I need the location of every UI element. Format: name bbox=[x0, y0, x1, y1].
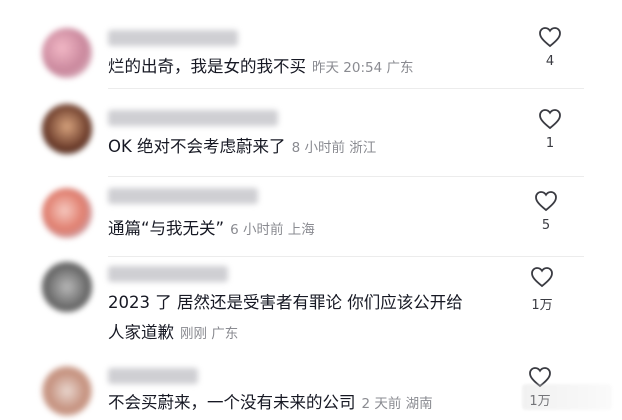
username-blurred[interactable] bbox=[108, 266, 228, 282]
comment-item: 烂的出奇，我是女的我不买 昨天 20:54 广东 4 bbox=[0, 18, 622, 98]
comment-body: 通篇“与我无关” bbox=[108, 219, 225, 238]
like-count: 1 bbox=[545, 136, 555, 151]
comment-text: 2023 了 居然还是受害者有罪论 你们应该公开给 人家道歉 刚刚 广东 bbox=[108, 288, 512, 349]
like-button[interactable]: 1 bbox=[530, 108, 570, 151]
comment-meta: 昨天 20:54 广东 bbox=[312, 60, 414, 76]
comment-body-line1: 2023 了 居然还是受害者有罪论 你们应该公开给 bbox=[108, 293, 463, 312]
comment-meta: 8 小时前 浙江 bbox=[291, 140, 377, 156]
comment-item: 2023 了 居然还是受害者有罪论 你们应该公开给 人家道歉 刚刚 广东 1万 bbox=[0, 256, 622, 362]
username-blurred[interactable] bbox=[108, 110, 278, 126]
like-count: 4 bbox=[545, 54, 555, 69]
like-button[interactable]: 1万 bbox=[522, 266, 562, 313]
comment-text: 烂的出奇，我是女的我不买 昨天 20:54 广东 bbox=[108, 52, 512, 83]
comment-meta: 6 小时前 上海 bbox=[230, 222, 315, 238]
comment-meta: 2 天前 湖南 bbox=[361, 396, 433, 412]
username-blurred[interactable] bbox=[108, 30, 238, 46]
comment-text: 不会买蔚来，一个没有未来的公司 2 天前 湖南 bbox=[108, 388, 512, 419]
like-button[interactable]: 4 bbox=[530, 26, 570, 69]
comment-text: OK 绝对不会考虑蔚来了 8 小时前 浙江 bbox=[108, 132, 512, 163]
comment-body: 烂的出奇，我是女的我不买 bbox=[108, 57, 306, 76]
comment-meta: 刚刚 广东 bbox=[180, 326, 239, 342]
avatar[interactable] bbox=[42, 28, 92, 78]
heart-icon bbox=[539, 27, 561, 48]
comment-text: 通篇“与我无关” 6 小时前 上海 bbox=[108, 214, 512, 245]
comment-body-line2: 人家道歉 bbox=[108, 323, 174, 342]
heart-icon bbox=[539, 109, 561, 130]
username-blurred[interactable] bbox=[108, 368, 198, 384]
avatar[interactable] bbox=[42, 188, 92, 238]
like-count: 5 bbox=[541, 218, 551, 233]
divider bbox=[108, 176, 584, 177]
username-blurred[interactable] bbox=[108, 188, 258, 204]
watermark bbox=[522, 384, 612, 410]
like-button[interactable]: 5 bbox=[526, 190, 566, 233]
avatar[interactable] bbox=[42, 366, 92, 416]
comment-body: 不会买蔚来，一个没有未来的公司 bbox=[108, 393, 356, 412]
divider bbox=[108, 88, 584, 89]
comment-item: OK 绝对不会考虑蔚来了 8 小时前 浙江 1 bbox=[0, 98, 622, 178]
heart-icon bbox=[531, 267, 553, 288]
avatar[interactable] bbox=[42, 262, 92, 312]
avatar[interactable] bbox=[42, 104, 92, 154]
comment-body: OK 绝对不会考虑蔚来了 bbox=[108, 137, 286, 156]
like-count: 1万 bbox=[531, 298, 553, 313]
heart-icon bbox=[535, 191, 557, 212]
comment-item: 通篇“与我无关” 6 小时前 上海 5 bbox=[0, 178, 622, 258]
